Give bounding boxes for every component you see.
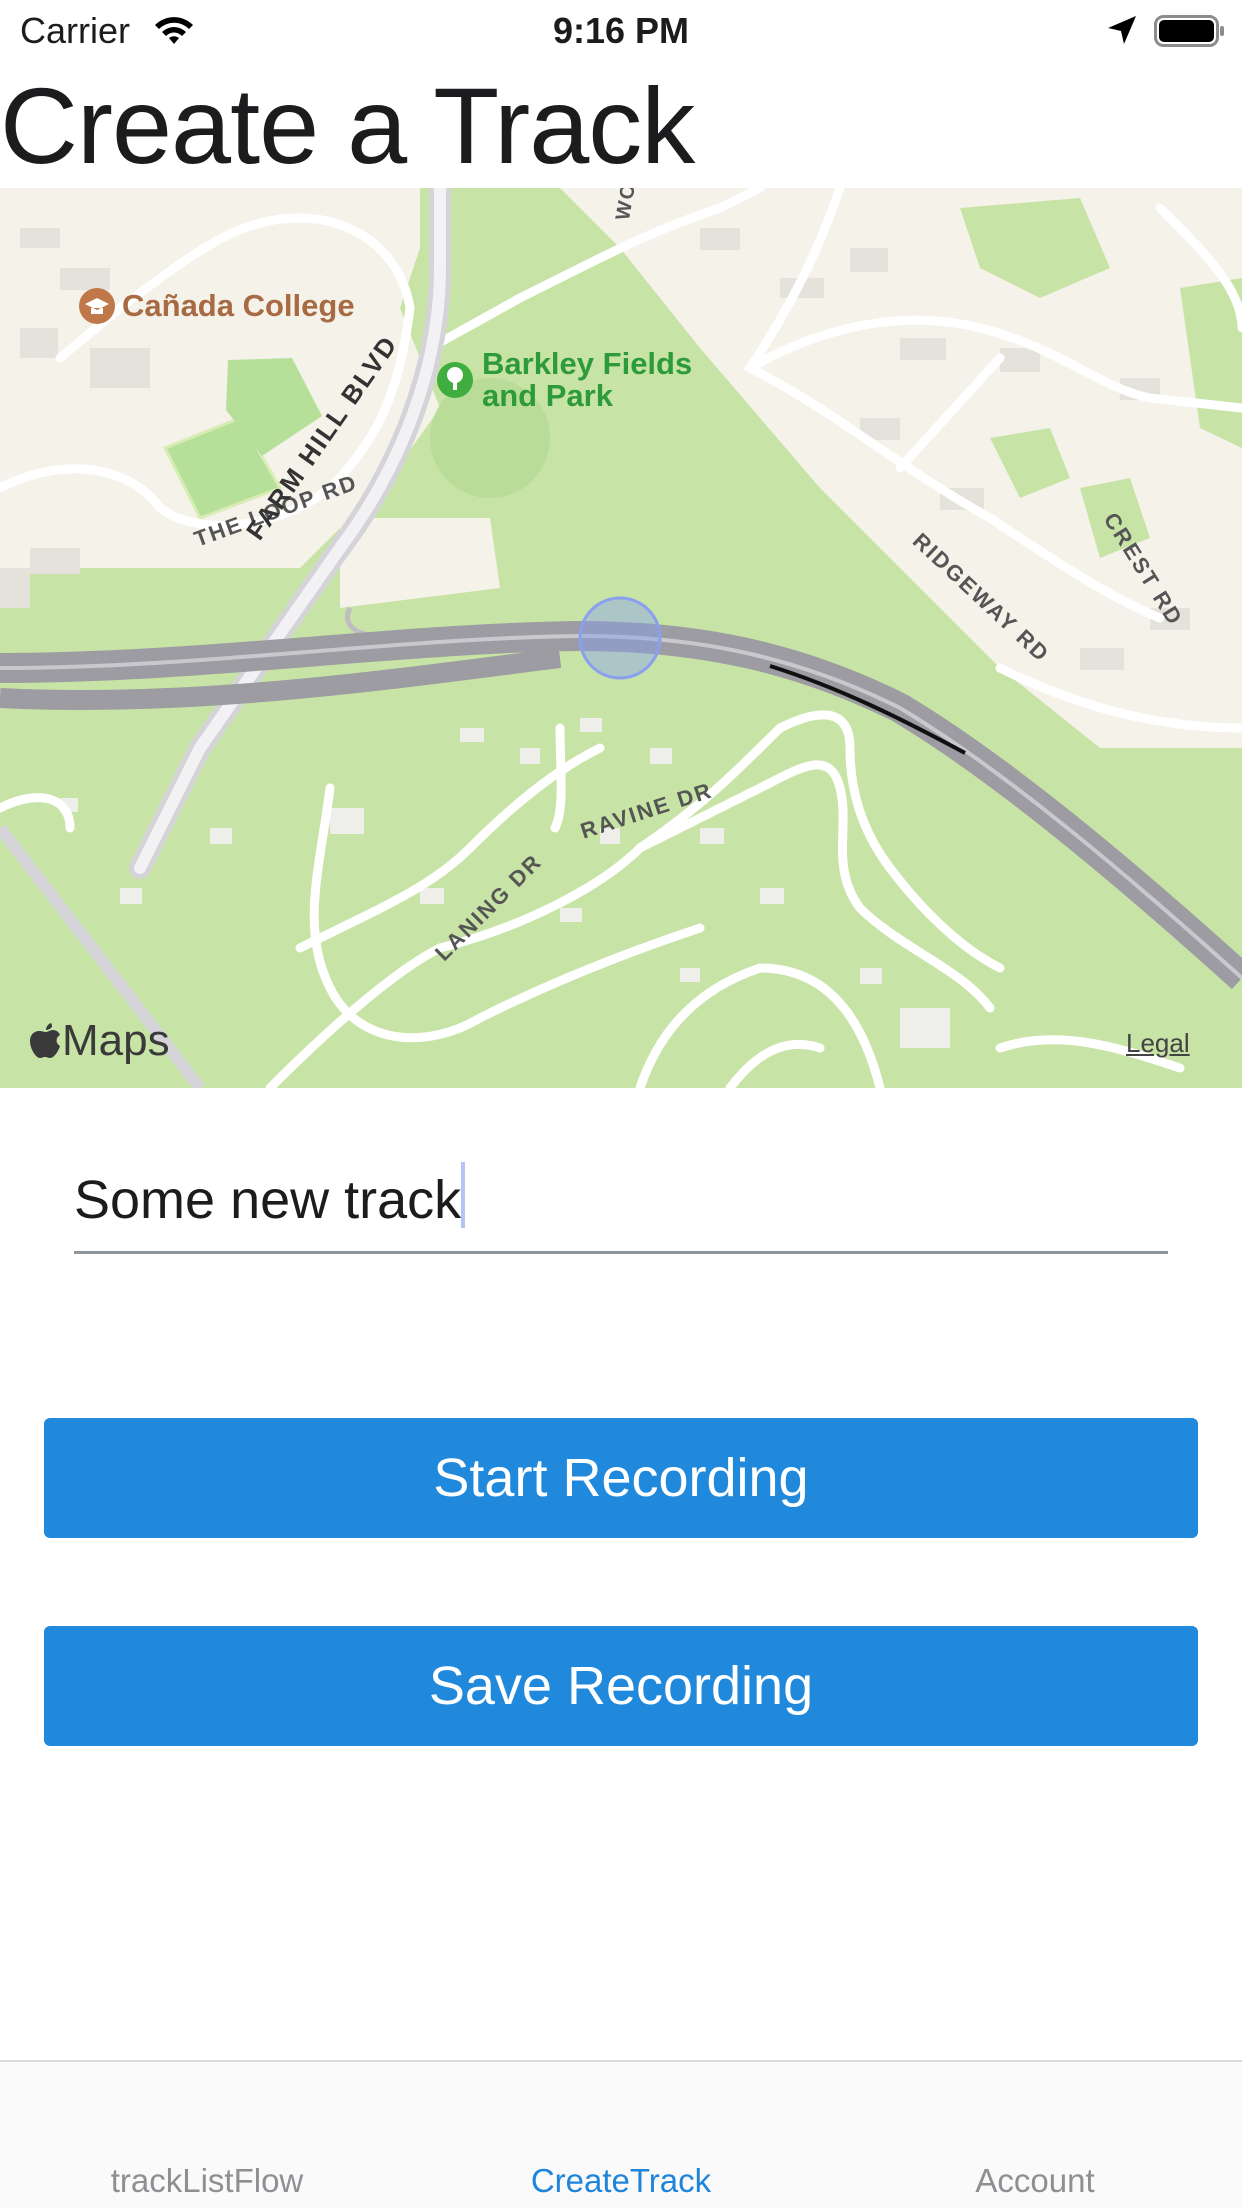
map-label-park-line1: Barkley Fields <box>482 346 693 381</box>
tab-bar: trackListFlow CreateTrack Account <box>0 2060 1242 2208</box>
maps-logo: Maps <box>30 1016 170 1066</box>
legal-link[interactable]: Legal <box>1126 1028 1190 1059</box>
map-label-park-line2: and Park <box>482 378 613 413</box>
tab-account[interactable]: Account <box>828 2162 1242 2200</box>
status-bar: Carrier 9:16 PM <box>0 0 1242 62</box>
track-name-input[interactable] <box>74 1150 1168 1250</box>
clock-time: 9:16 PM <box>552 10 690 51</box>
map-view[interactable]: Cañada College Barkley Fields and Park T… <box>0 188 1242 1088</box>
battery-icon <box>1154 15 1224 47</box>
track-name-field[interactable] <box>74 1150 1168 1254</box>
text-cursor <box>461 1162 465 1228</box>
apple-logo-icon <box>30 1016 62 1065</box>
maps-logo-text: Maps <box>62 1016 170 1065</box>
tab-create-track[interactable]: CreateTrack <box>414 2162 828 2200</box>
tab-track-list-flow[interactable]: trackListFlow <box>0 2162 414 2200</box>
save-recording-button[interactable]: Save Recording <box>44 1626 1198 1746</box>
page-title: Create a Track <box>0 65 695 186</box>
start-recording-button[interactable]: Start Recording <box>44 1418 1198 1538</box>
map-label-college: Cañada College <box>122 288 355 323</box>
map-label-park: Barkley Fields and Park <box>482 348 692 412</box>
location-arrow-icon <box>1108 16 1136 44</box>
